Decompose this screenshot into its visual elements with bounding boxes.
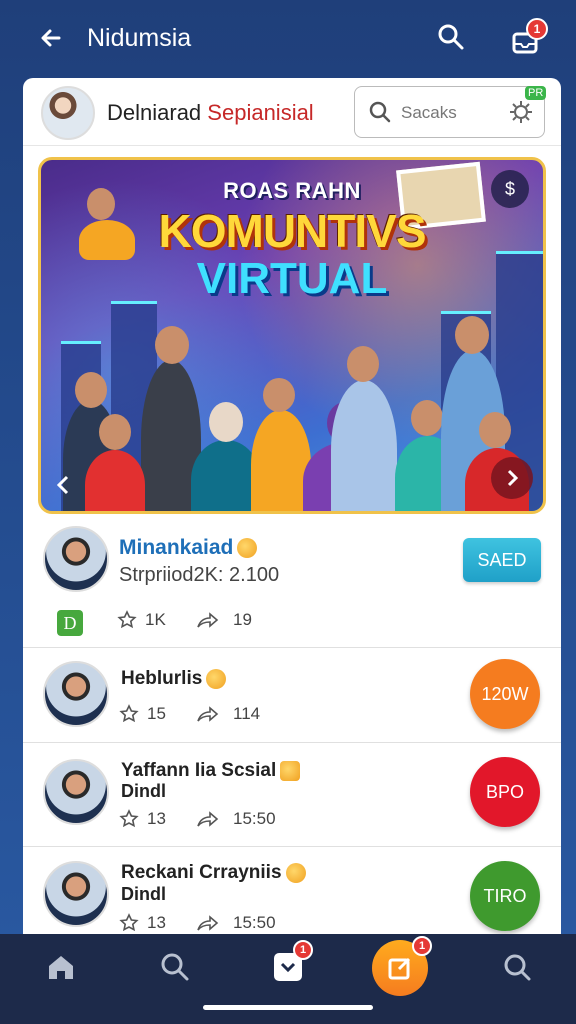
search-icon[interactable] [436, 22, 470, 56]
avatar[interactable] [43, 759, 109, 825]
nav-home[interactable] [40, 946, 82, 988]
nav-inbox[interactable]: 1 [267, 940, 313, 988]
smile-emoji-icon [237, 538, 258, 559]
list-item-title: Yaffann Iia Scsial [121, 760, 301, 782]
list-item-name: Yaffann Iia Scsial [121, 760, 277, 782]
nav-explore[interactable] [496, 946, 538, 988]
home-indicator[interactable] [203, 1005, 373, 1010]
list-item[interactable]: Heblurlis 15 114 120W [23, 649, 561, 743]
shares-count[interactable]: 15:50 [195, 809, 276, 829]
featured-name: Minankaiad [119, 536, 258, 560]
profile-name-second: Sepianisial [207, 100, 314, 125]
star-icon [117, 610, 137, 629]
inbox-button[interactable]: 1 [510, 18, 548, 56]
promo-banner[interactable]: $ ROAS RAHN KOMUNTIVS VIRTUAL [38, 157, 546, 514]
d-badge-icon: D [57, 610, 83, 636]
inbox-badge: 1 [293, 940, 313, 960]
chevron-right-icon [507, 469, 519, 487]
stars-count[interactable]: 15 [119, 704, 166, 724]
star-icon [119, 809, 139, 828]
list-item-name: Reckani Crrayniis [121, 862, 282, 884]
gear-icon[interactable] [507, 98, 535, 126]
action-button[interactable]: TIRO [470, 861, 540, 931]
stars-count[interactable]: 13 [119, 809, 166, 829]
avatar[interactable] [43, 661, 109, 727]
profile-name-first: Delniarad [107, 100, 202, 125]
home-icon [49, 956, 73, 979]
app-title: Nidumsia [87, 24, 192, 52]
shares-count[interactable]: 19 [195, 610, 252, 630]
inbox-badge: 1 [526, 18, 548, 40]
banner-prev-icon[interactable] [53, 473, 73, 497]
explore-search-icon [504, 954, 531, 981]
star-icon [119, 704, 139, 723]
profile-name: Delniarad Sepianisial [107, 100, 314, 126]
banner-next-button[interactable] [491, 457, 533, 499]
list-item[interactable]: Yaffann Iia Scsial Dindl 13 15:50 BPO [23, 743, 561, 847]
compose-icon [388, 957, 411, 980]
list-item-title: Heblurlis [121, 668, 227, 690]
avatar[interactable] [43, 861, 109, 927]
search-placeholder: Sacaks [401, 103, 457, 122]
top-app-bar: Nidumsia 1 [0, 0, 576, 78]
shares-value: 114 [233, 704, 261, 723]
search-icon [369, 101, 391, 123]
bottom-navigation: 1 1 [0, 934, 576, 1024]
share-icon [197, 706, 219, 722]
list-item[interactable]: Reckani Crrayniis Dindl 13 15:50 TIRO [23, 847, 561, 948]
list-item-name: Heblurlis [121, 668, 203, 690]
stars-value: 15 [147, 704, 166, 723]
share-icon [197, 612, 219, 628]
back-arrow-icon[interactable] [36, 22, 66, 54]
shares-value: 15:50 [233, 809, 276, 828]
stars-count[interactable]: 1K [117, 610, 166, 630]
stars-value: 1K [145, 610, 166, 629]
action-button[interactable]: BPO [470, 757, 540, 827]
search-icon [161, 953, 189, 981]
avatar[interactable] [43, 526, 109, 592]
list-item-subtitle: Dindl [121, 884, 166, 904]
featured-subtitle: Strpriiod2K: 2.100 [119, 564, 280, 586]
banner-subtitle: ROAS RAHN [223, 178, 361, 203]
share-icon [197, 915, 219, 931]
search-input[interactable]: Sacaks PR [354, 86, 547, 138]
stars-value: 13 [147, 913, 166, 932]
nav-search[interactable] [154, 946, 196, 988]
smile-emoji-icon [285, 863, 306, 883]
compose-badge: 1 [412, 936, 432, 956]
list-item-subtitle: Dindl [121, 781, 166, 801]
nav-compose[interactable]: 1 [372, 936, 432, 996]
saved-button[interactable]: SAED [463, 538, 541, 582]
list-item-title: Reckani Crrayniis [121, 863, 306, 883]
stars-value: 13 [147, 809, 166, 828]
profile-header: Delniarad Sepianisial Sacaks PR [23, 78, 561, 146]
shares-count[interactable]: 114 [195, 704, 260, 724]
badge-emoji-icon [280, 761, 301, 781]
main-card: Delniarad Sepianisial Sacaks PR $ ROAS R… [23, 78, 561, 948]
star-icon [119, 913, 139, 932]
stars-count[interactable]: 13 [119, 913, 166, 933]
smile-emoji-icon [206, 669, 227, 689]
featured-name-text: Minankaiad [119, 536, 234, 559]
banner-title-second: VIRTUAL [196, 254, 388, 303]
action-button[interactable]: 120W [470, 659, 540, 729]
share-icon [197, 811, 219, 827]
shares-value: 19 [233, 610, 252, 629]
status-badge: PR [525, 86, 547, 100]
avatar[interactable] [41, 86, 95, 140]
shares-count[interactable]: 15:50 [195, 913, 276, 933]
featured-item[interactable]: Minankaiad Strpriiod2K: 2.100 SAED D 1K … [23, 518, 561, 648]
shares-value: 15:50 [233, 913, 276, 932]
